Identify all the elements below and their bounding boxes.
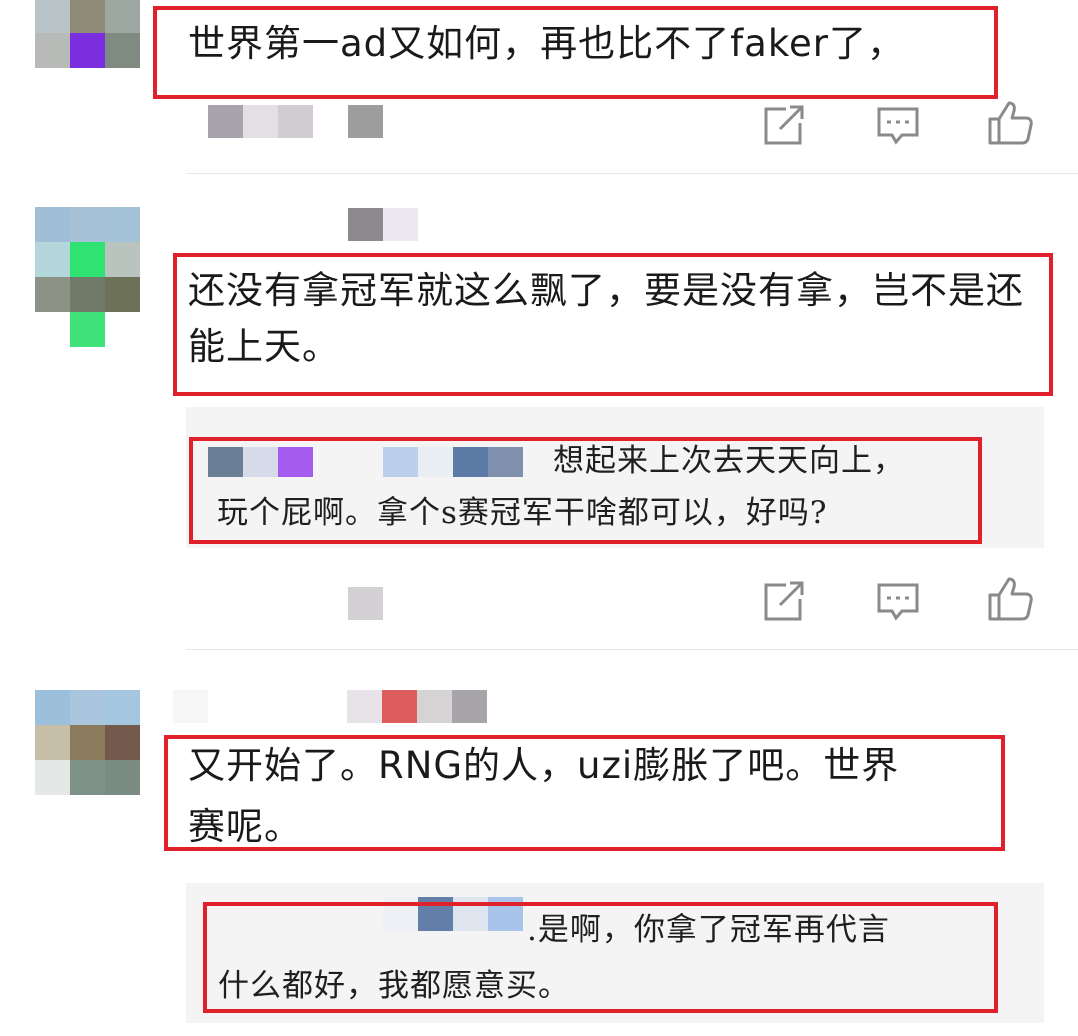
share-icon[interactable]: [760, 577, 808, 625]
username-mosaic: [173, 690, 488, 723]
username-mosaic: [348, 208, 418, 241]
reply-text: 想起来上次去天天向上，: [553, 443, 905, 479]
timestamp-mosaic: [348, 105, 383, 138]
comment-text: 还没有拿冠军就这么飘了，要是没有拿，岂不是还能上天。: [188, 269, 1024, 368]
avatar[interactable]: [35, 207, 140, 347]
reply-text: 什么都好，我都愿意买。: [218, 968, 570, 1004]
comment-text: 又开始了。RNG的人，uzi膨胀了吧。世界: [188, 744, 900, 787]
reply-text: 玩个屁啊。拿个s赛冠军干啥都可以，好吗?: [217, 495, 828, 531]
comment-icon[interactable]: [874, 101, 922, 149]
comment-icon[interactable]: [874, 577, 922, 625]
like-icon[interactable]: [986, 575, 1034, 623]
timestamp-mosaic: [348, 587, 383, 620]
comment-text: 赛呢。: [188, 805, 302, 848]
avatar[interactable]: [35, 690, 140, 795]
username-mosaic: [208, 105, 313, 138]
avatar[interactable]: [35, 0, 140, 68]
share-icon[interactable]: [760, 101, 808, 149]
divider: [186, 173, 1078, 174]
comment-text: 世界第一ad又如何，再也比不了faker了，: [188, 22, 905, 65]
divider: [186, 649, 1078, 650]
like-icon[interactable]: [986, 99, 1034, 147]
reply-text: .是啊，你拿了冠军再代言: [527, 912, 890, 948]
